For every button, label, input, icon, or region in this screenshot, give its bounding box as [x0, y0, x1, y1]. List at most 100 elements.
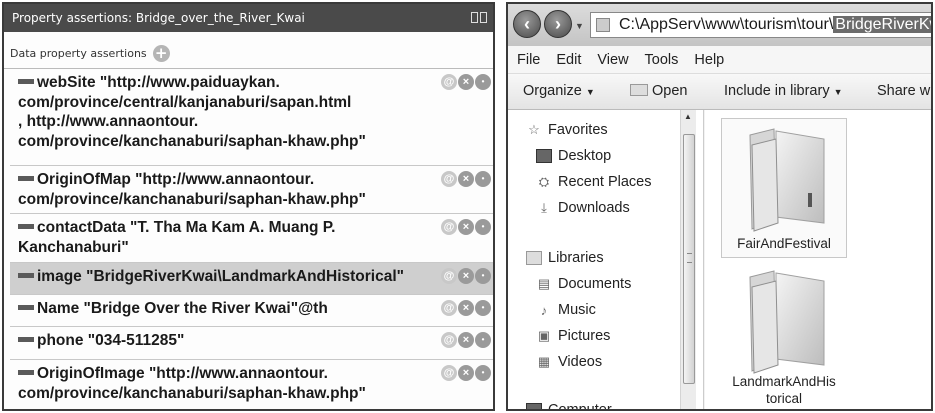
nav-scrollbar[interactable]: ▲ [680, 110, 696, 409]
annotate-icon[interactable]: @ [441, 300, 457, 316]
folder-icon [749, 270, 825, 374]
include-in-library-button[interactable]: Include in library ▼ [724, 83, 843, 99]
nav-pictures-label: Pictures [558, 328, 611, 344]
property-row[interactable]: contactData "T. Tha Ma Kam A. Muang P. K… [10, 214, 493, 263]
annotate-icon[interactable]: @ [441, 268, 457, 284]
include-in-library-label: Include in library [724, 83, 830, 99]
organize-button[interactable]: Organize ▼ [523, 83, 595, 99]
folder-icon [596, 18, 610, 32]
more-icon[interactable]: • [475, 219, 491, 235]
navigation-pane: ☆ Favorites Desktop ⛭ Recent Places ⤓ Downl… [508, 110, 704, 411]
more-icon[interactable]: • [475, 300, 491, 316]
videos-icon: ▦ [537, 354, 551, 369]
nav-music[interactable]: ♪ Music [536, 302, 596, 318]
property-assertion-text: OriginOfImage "http://www.annaontour. co… [18, 364, 438, 403]
menu-edit[interactable]: Edit [556, 52, 581, 68]
property-assertion-value: image "BridgeRiverKwai\LandmarkAndHistor… [37, 268, 404, 285]
address-path[interactable]: C:\AppServ\www\tourism\tour\ BridgeRiverK… [619, 16, 931, 34]
nav-documents-label: Documents [558, 276, 632, 292]
nav-downloads[interactable]: ⤓ Downloads [536, 200, 630, 216]
downloads-icon: ⤓ [541, 200, 547, 215]
property-assertion-value: OriginOfMap "http://www.annaontour. com/… [18, 171, 366, 208]
delete-icon[interactable]: × [458, 171, 474, 187]
property-assertion-text: OriginOfMap "http://www.annaontour. com/… [18, 170, 438, 209]
open-button[interactable]: Open [630, 83, 687, 99]
data-property-section-header: Data property assertions + [10, 42, 170, 64]
computer-icon [526, 403, 542, 409]
property-assertion-value: Name "Bridge Over the River Kwai"@th [37, 300, 328, 317]
address-input[interactable]: C:\AppServ\www\tourism\tour\ BridgeRiverK… [590, 12, 931, 38]
documents-icon: ▤ [537, 276, 551, 291]
nav-desktop-label: Desktop [558, 148, 612, 164]
recent-places-icon: ⛭ [538, 174, 550, 189]
annotate-icon[interactable]: @ [441, 74, 457, 90]
property-row[interactable]: OriginOfImage "http://www.annaontour. co… [10, 360, 493, 409]
menu-help[interactable]: Help [694, 52, 724, 68]
property-row[interactable]: webSite "http://www.paiduaykan. com/prov… [10, 69, 493, 166]
file-list-pane: FairAndFestival LandmarkAndHis torical [705, 110, 931, 409]
menu-bar: File Edit View Tools Help [508, 46, 931, 74]
scroll-up-icon[interactable]: ▲ [684, 112, 692, 121]
back-arrow-icon[interactable]: ‹ [513, 10, 541, 38]
recent-pages-chevron-icon[interactable]: ▼ [575, 21, 584, 31]
more-icon[interactable]: • [475, 332, 491, 348]
delete-icon[interactable]: × [458, 219, 474, 235]
property-assertion-value: contactData "T. Tha Ma Kam A. Muang P. K… [18, 219, 336, 256]
folder-item-landmarkandhistorical[interactable]: LandmarkAndHis torical [721, 260, 847, 406]
nav-recent-places[interactable]: ⛭ Recent Places [536, 174, 652, 190]
chevron-down-icon: ▼ [833, 87, 843, 97]
menu-tools[interactable]: Tools [645, 52, 679, 68]
menu-view[interactable]: View [597, 52, 628, 68]
property-bullet-icon [18, 304, 34, 310]
nav-desktop[interactable]: Desktop [536, 148, 611, 164]
delete-icon[interactable]: × [458, 74, 474, 90]
delete-icon[interactable]: × [458, 268, 474, 284]
nav-favorites[interactable]: ☆ Favorites [526, 122, 607, 138]
nav-videos-label: Videos [558, 354, 603, 370]
annotate-icon[interactable]: @ [441, 332, 457, 348]
nav-libraries-label: Libraries [548, 250, 604, 266]
nav-computer-label: Computer [548, 402, 612, 411]
more-icon[interactable]: • [475, 365, 491, 381]
property-assertion-text: contactData "T. Tha Ma Kam A. Muang P. K… [18, 218, 438, 257]
row-actions: @ × • [441, 268, 491, 284]
annotate-icon[interactable]: @ [441, 171, 457, 187]
desktop-icon [536, 149, 552, 163]
annotate-icon[interactable]: @ [441, 219, 457, 235]
property-bullet-icon [18, 223, 34, 229]
forward-arrow-icon[interactable]: › [544, 10, 572, 38]
address-path-selection: BridgeRiverKwai [833, 16, 931, 33]
share-with-label: Share wit [877, 83, 933, 99]
address-bar-area: ‹ › ▼ C:\AppServ\www\tourism\tour\ Bridge… [508, 4, 931, 46]
more-icon[interactable]: • [475, 171, 491, 187]
delete-icon[interactable]: × [458, 365, 474, 381]
nav-computer[interactable]: Computer [526, 402, 612, 411]
nav-documents[interactable]: ▤ Documents [536, 276, 632, 292]
property-row[interactable]: phone "034-511285" @ × • [10, 327, 493, 360]
panel-view-toggle-icon[interactable] [471, 12, 487, 23]
folder-item-fairandfestival[interactable]: FairAndFestival [721, 118, 847, 258]
menu-file[interactable]: File [517, 52, 540, 68]
property-row[interactable]: Name "Bridge Over the River Kwai"@th @ × • [10, 295, 493, 327]
scroll-thumb[interactable] [683, 134, 695, 384]
property-assertion-text: webSite "http://www.paiduaykan. com/prov… [18, 73, 438, 151]
command-toolbar: Organize ▼ Open Include in library ▼ Share… [508, 74, 931, 110]
property-row[interactable]: image "BridgeRiverKwai\LandmarkAndHistor… [10, 263, 493, 295]
nav-pictures[interactable]: ▣ Pictures [536, 328, 611, 344]
more-icon[interactable]: • [475, 268, 491, 284]
nav-music-label: Music [558, 302, 596, 318]
delete-icon[interactable]: × [458, 300, 474, 316]
delete-icon[interactable]: × [458, 332, 474, 348]
address-path-prefix: C:\AppServ\www\tourism\tour\ [619, 16, 834, 33]
annotate-icon[interactable]: @ [441, 365, 457, 381]
nav-videos[interactable]: ▦ Videos [536, 354, 602, 370]
add-icon[interactable]: + [152, 44, 170, 62]
share-with-button[interactable]: Share wit [877, 83, 933, 99]
property-assertion-text: Name "Bridge Over the River Kwai"@th [18, 299, 438, 319]
nav-libraries[interactable]: Libraries [526, 250, 604, 266]
property-row[interactable]: OriginOfMap "http://www.annaontour. com/… [10, 166, 493, 214]
more-icon[interactable]: • [475, 74, 491, 90]
property-bullet-icon [18, 175, 34, 181]
folder-icon [749, 128, 825, 232]
nav-recent-places-label: Recent Places [558, 174, 652, 190]
